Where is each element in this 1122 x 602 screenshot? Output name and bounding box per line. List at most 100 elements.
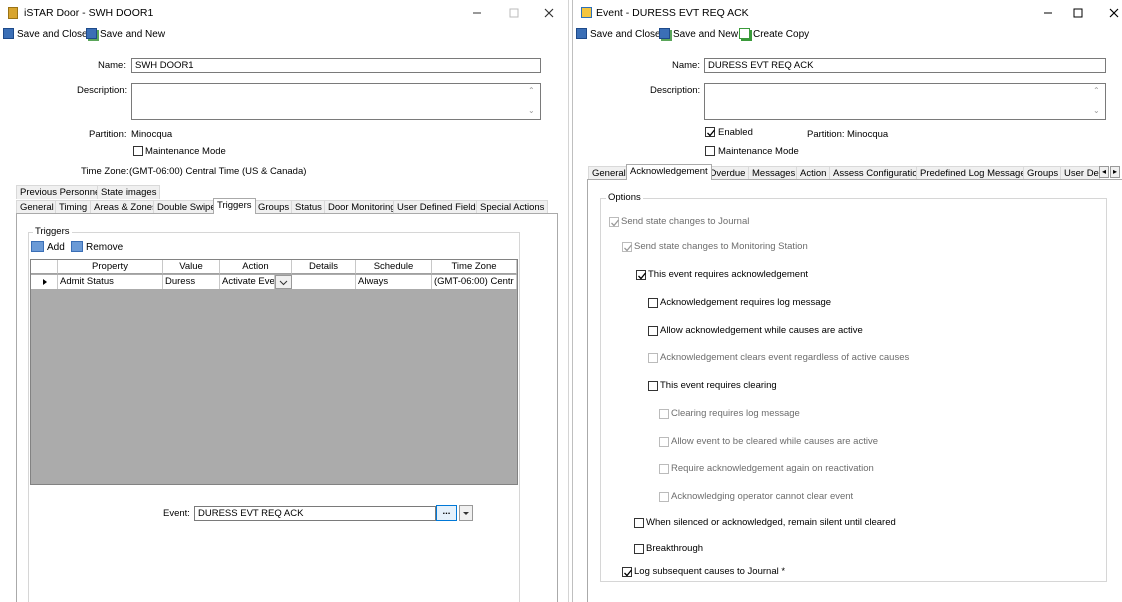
options-group-title: Options bbox=[606, 192, 643, 203]
save-new-icon bbox=[659, 28, 670, 39]
tab-user-defined-fields[interactable]: User Defined Fields bbox=[393, 200, 485, 214]
option-label: Acknowledgement clears event regardless … bbox=[660, 352, 910, 363]
save-and-close-button[interactable]: Save and Close bbox=[576, 28, 661, 42]
name-field[interactable]: SWH DOOR1 bbox=[131, 58, 541, 73]
tab-general[interactable]: General bbox=[16, 200, 58, 214]
save-and-close-button[interactable]: Save and Close bbox=[3, 28, 88, 42]
cell-property[interactable]: Admit Status bbox=[58, 275, 163, 289]
minimize-icon[interactable] bbox=[469, 5, 485, 21]
option-checkbox bbox=[659, 409, 669, 419]
event-dropdown-button[interactable] bbox=[459, 505, 473, 521]
option-checkbox bbox=[659, 437, 669, 447]
description-label: Description: bbox=[650, 85, 701, 96]
option-label: Send state changes to Monitoring Station bbox=[634, 241, 808, 252]
remove-icon bbox=[71, 241, 83, 252]
tab-timing[interactable]: Timing bbox=[55, 200, 92, 214]
column-header-action[interactable]: Action bbox=[220, 260, 292, 274]
enabled-checkbox[interactable] bbox=[705, 127, 716, 137]
cell-schedule[interactable]: Always bbox=[356, 275, 432, 289]
column-header-property[interactable]: Property bbox=[58, 260, 163, 274]
scroll-down-icon[interactable]: ⌄ bbox=[528, 106, 535, 115]
door-app-icon bbox=[8, 7, 18, 19]
maximize-icon[interactable] bbox=[1070, 5, 1086, 21]
maintenance-mode-label: Maintenance Mode bbox=[145, 146, 226, 157]
tab-messages[interactable]: Messages bbox=[748, 166, 800, 180]
close-icon[interactable] bbox=[1106, 5, 1122, 21]
cell-details[interactable] bbox=[292, 275, 356, 289]
option-checkbox[interactable] bbox=[648, 381, 658, 391]
name-label: Name: bbox=[672, 60, 700, 71]
tab-scroll-left-icon[interactable]: ◂ bbox=[1099, 166, 1109, 178]
event-titlebar[interactable]: Event - DURESS EVT REQ ACK bbox=[573, 0, 1122, 26]
scroll-up-icon[interactable]: ⌃ bbox=[1093, 86, 1100, 95]
option-label: Acknowledgement requires log message bbox=[660, 297, 832, 308]
option-checkbox[interactable] bbox=[634, 518, 644, 528]
tab-predefined-log-messages[interactable]: Predefined Log Messages bbox=[916, 166, 1035, 180]
option-checkbox[interactable] bbox=[636, 270, 647, 280]
partition-label: Partition: bbox=[89, 129, 127, 140]
option-checkbox bbox=[648, 353, 658, 363]
column-header-details[interactable]: Details bbox=[292, 260, 356, 274]
triggers-grid[interactable]: Property Value Action Details Schedule T… bbox=[30, 259, 518, 485]
event-browse-button[interactable]: ... bbox=[436, 505, 457, 521]
door-titlebar[interactable]: iSTAR Door - SWH DOOR1 bbox=[0, 0, 568, 26]
option-checkbox[interactable] bbox=[622, 567, 633, 577]
tab-areas-zones[interactable]: Areas & Zones bbox=[90, 200, 161, 214]
column-header-schedule[interactable]: Schedule bbox=[356, 260, 432, 274]
maintenance-mode-checkbox[interactable] bbox=[133, 146, 143, 156]
column-header-value[interactable]: Value bbox=[163, 260, 220, 274]
option-checkbox bbox=[609, 217, 620, 227]
timezone-label: Time Zone: bbox=[81, 166, 129, 177]
description-field[interactable] bbox=[131, 83, 541, 120]
add-trigger-button[interactable]: Add bbox=[31, 241, 65, 255]
cell-action[interactable]: Activate Eve bbox=[220, 275, 275, 289]
add-trigger-label: Add bbox=[47, 242, 65, 253]
description-field[interactable] bbox=[704, 83, 1106, 120]
partition-value: Minocqua bbox=[847, 129, 889, 140]
tab-groups[interactable]: Groups bbox=[1023, 166, 1063, 180]
tab-groups[interactable]: Groups bbox=[254, 200, 294, 214]
tab-door-monitoring[interactable]: Door Monitoring bbox=[324, 200, 400, 214]
timezone-value: (GMT-06:00) Central Time (US & Canada) bbox=[129, 166, 307, 177]
create-copy-button[interactable]: Create Copy bbox=[739, 28, 809, 42]
tab-double-swipe[interactable]: Double Swipe bbox=[153, 200, 220, 214]
tab-scroll-right-icon[interactable]: ▸ bbox=[1110, 166, 1120, 178]
save-and-new-button[interactable]: Save and New bbox=[659, 28, 738, 42]
option-label: When silenced or acknowledged, remain si… bbox=[646, 517, 896, 528]
scroll-up-icon[interactable]: ⌃ bbox=[528, 86, 535, 95]
description-label: Description: bbox=[77, 85, 128, 96]
tab-action[interactable]: Action bbox=[796, 166, 831, 180]
save-new-icon bbox=[86, 28, 97, 39]
tab-user-defined[interactable]: User Def bbox=[1060, 166, 1100, 180]
row-selector-icon[interactable] bbox=[31, 275, 58, 289]
option-checkbox[interactable] bbox=[648, 326, 658, 336]
scroll-down-icon[interactable]: ⌄ bbox=[1093, 106, 1100, 115]
floppy-icon bbox=[576, 28, 587, 39]
tab-triggers[interactable]: Triggers bbox=[213, 198, 256, 214]
maintenance-mode-checkbox[interactable] bbox=[705, 146, 715, 156]
save-and-new-button[interactable]: Save and New bbox=[86, 28, 165, 42]
remove-trigger-button[interactable]: Remove bbox=[71, 241, 123, 255]
cell-timezone[interactable]: (GMT-06:00) Centr bbox=[432, 275, 517, 289]
column-header-timezone[interactable]: Time Zone bbox=[432, 260, 517, 274]
create-copy-label: Create Copy bbox=[753, 29, 810, 40]
tab-general[interactable]: General bbox=[588, 166, 630, 180]
tab-overdue[interactable]: Overdue bbox=[705, 166, 750, 180]
close-icon[interactable] bbox=[541, 5, 557, 21]
maximize-icon[interactable] bbox=[506, 5, 522, 21]
option-checkbox[interactable] bbox=[634, 544, 644, 554]
cell-value[interactable]: Duress bbox=[163, 275, 220, 289]
minimize-icon[interactable] bbox=[1040, 5, 1056, 21]
name-field[interactable]: DURESS EVT REQ ACK bbox=[704, 58, 1106, 73]
tab-previous-personnel[interactable]: Previous Personnel bbox=[16, 185, 107, 199]
tab-state-images[interactable]: State images bbox=[97, 185, 161, 199]
event-field[interactable]: DURESS EVT REQ ACK bbox=[194, 506, 436, 521]
tab-status[interactable]: Status bbox=[291, 200, 326, 214]
tab-special-actions[interactable]: Special Actions bbox=[476, 200, 549, 214]
option-checkbox[interactable] bbox=[648, 298, 658, 308]
action-dropdown-button[interactable] bbox=[275, 275, 292, 289]
event-label: Event: bbox=[163, 508, 190, 519]
option-label: Log subsequent causes to Journal * bbox=[634, 566, 786, 577]
tab-acknowledgement[interactable]: Acknowledgement bbox=[626, 164, 712, 180]
tab-assess-configuration[interactable]: Assess Configuration bbox=[829, 166, 927, 180]
